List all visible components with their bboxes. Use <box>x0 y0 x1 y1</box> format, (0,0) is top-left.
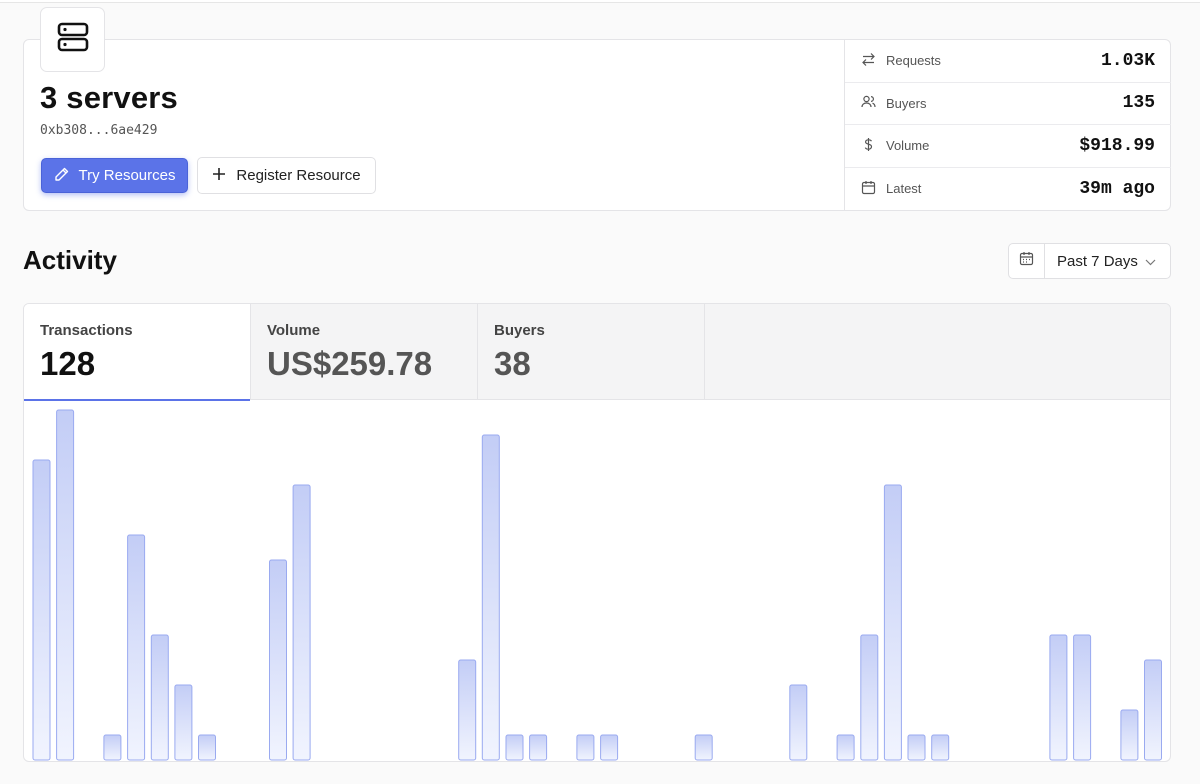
stat-value: 39m ago <box>1079 178 1155 199</box>
chart-bar[interactable] <box>505 734 524 761</box>
stat-buyers: Buyers 135 <box>845 83 1171 125</box>
calendar-icon <box>1019 251 1034 271</box>
tab-buyers[interactable]: Buyers 38 <box>478 304 705 400</box>
try-resources-label: Try Resources <box>78 167 176 184</box>
register-resource-button[interactable]: Register Resource <box>197 157 376 194</box>
chart-bar[interactable] <box>694 734 713 761</box>
chart-bar[interactable] <box>576 734 595 761</box>
server-summary-card: 3 servers 0xb308...6ae429 Try Resources … <box>23 39 1171 211</box>
tab-value: US$259.78 <box>267 345 433 382</box>
dollar-icon <box>861 137 876 155</box>
users-icon <box>861 94 876 112</box>
activity-title: Activity <box>23 245 117 275</box>
stats-panel: Requests 1.03K Buyers 135 Volume $918.99 <box>844 40 1171 210</box>
tab-spacer <box>705 304 1170 400</box>
chart-bar[interactable] <box>1144 659 1162 761</box>
stat-value: 1.03K <box>1100 50 1155 71</box>
date-range-select[interactable]: Past 7 Days <box>1008 243 1171 279</box>
plus-icon <box>212 167 226 185</box>
arrows-exchange-icon <box>861 52 876 70</box>
tab-label: Volume <box>267 322 321 339</box>
date-range-dropdown[interactable]: Past 7 Days <box>1045 244 1170 278</box>
tab-value: 38 <box>494 345 531 382</box>
transactions-bar-chart <box>32 409 1162 761</box>
chart-bar[interactable] <box>292 484 311 761</box>
chart-bar[interactable] <box>56 409 75 761</box>
stat-requests: Requests 1.03K <box>845 40 1171 83</box>
pencil-icon <box>54 166 70 186</box>
chart-bar[interactable] <box>1120 709 1139 761</box>
register-resource-label: Register Resource <box>236 167 361 184</box>
page-title: 3 servers <box>40 80 178 115</box>
chart-bar[interactable] <box>1073 634 1092 761</box>
stat-label: Requests <box>886 53 941 69</box>
tab-label: Transactions <box>40 322 133 339</box>
chart-bar[interactable] <box>931 734 950 761</box>
stat-label: Buyers <box>886 95 927 111</box>
stat-volume: Volume $918.99 <box>845 125 1171 168</box>
chevron-down-icon <box>1145 253 1156 270</box>
chart-bar[interactable] <box>174 684 193 761</box>
chart-bar[interactable] <box>600 734 619 761</box>
chart-bar[interactable] <box>127 534 146 761</box>
server-icon <box>56 20 90 59</box>
metric-tabs: Transactions 128 Volume US$259.78 Buyers… <box>24 304 1170 401</box>
chart-bar[interactable] <box>1049 634 1068 761</box>
chart-bar[interactable] <box>103 734 122 761</box>
activity-chart-card: Transactions 128 Volume US$259.78 Buyers… <box>23 303 1171 762</box>
chart-bar[interactable] <box>481 434 500 761</box>
server-logo <box>40 7 105 72</box>
chart-bar[interactable] <box>860 634 879 761</box>
chart-bar[interactable] <box>150 634 169 761</box>
stat-label: Latest <box>886 181 922 197</box>
calendar-icon <box>861 180 876 198</box>
chart-bar[interactable] <box>529 734 548 761</box>
chart-bar[interactable] <box>32 459 51 761</box>
chart-bar[interactable] <box>883 484 902 761</box>
tab-label: Buyers <box>494 322 545 339</box>
wallet-address[interactable]: 0xb308...6ae429 <box>40 123 157 138</box>
top-bar <box>0 0 1200 3</box>
tab-transactions[interactable]: Transactions 128 <box>24 304 251 401</box>
stat-label: Volume <box>886 138 930 154</box>
stat-value: 135 <box>1122 93 1155 114</box>
tab-value: 128 <box>40 345 96 382</box>
date-range-label: Past 7 Days <box>1057 252 1138 270</box>
try-resources-button[interactable]: Try Resources <box>41 158 188 193</box>
chart-bar[interactable] <box>269 559 287 761</box>
chart-bar[interactable] <box>198 734 216 761</box>
chart-bar[interactable] <box>836 734 855 761</box>
tab-volume[interactable]: Volume US$259.78 <box>251 304 478 400</box>
chart-bar[interactable] <box>458 659 477 761</box>
calendar-button[interactable] <box>1009 244 1045 278</box>
stat-value: $918.99 <box>1079 135 1155 156</box>
stat-latest: Latest 39m ago <box>845 168 1171 211</box>
chart-bar[interactable] <box>907 734 926 761</box>
chart-bar[interactable] <box>789 684 808 761</box>
